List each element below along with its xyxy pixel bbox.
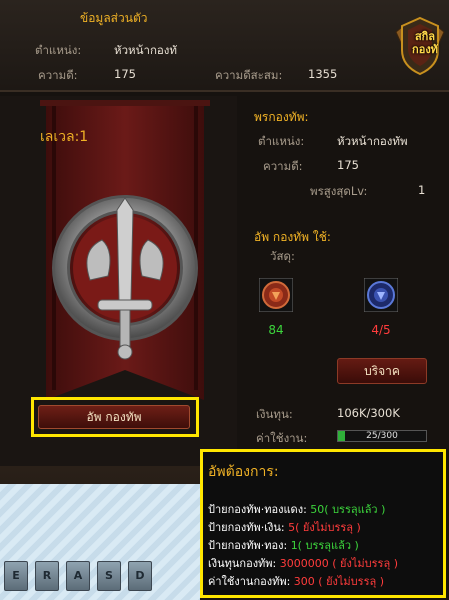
personal-position-label: ตำแหน่ง: — [35, 43, 82, 57]
material-label: วัสดุ: — [270, 249, 295, 263]
hotkey-r[interactable]: R — [35, 561, 59, 591]
personal-merit-label: ความดี: — [38, 68, 78, 82]
cost-label: ค่าใช้งาน: — [256, 431, 308, 445]
level-label: เลเวล:1 — [40, 129, 89, 145]
personal-accum-value: 1355 — [308, 67, 338, 81]
hotkey-s[interactable]: S — [97, 561, 121, 591]
tooltip-row: ค่าใช้งานกองทัพ: 300 ( ยังไม่บรรลุ ) — [208, 572, 384, 590]
tooltip-row-value: 1( บรรลุแล้ว ) — [290, 539, 359, 552]
guild-blessing-title: พรกองทัพ: — [254, 110, 309, 124]
personal-accum-label: ความดีสะสม: — [215, 68, 283, 82]
hotkey-a[interactable]: A — [66, 561, 90, 591]
tooltip-row: ป้ายกองทัพ·ทองแดง: 50( บรรลุแล้ว ) — [208, 500, 385, 518]
skill-badge-label[interactable]: สกิล กองทั — [403, 30, 447, 56]
cost-progress-text: 25/300 — [366, 431, 398, 441]
blue-token-icon[interactable] — [364, 278, 398, 312]
material2-count: 4/5 — [371, 323, 391, 337]
personal-position-value: หัวหน้ากองทั — [114, 43, 178, 57]
funds-value: 106K/300K — [337, 406, 400, 420]
tooltip-row-value: 5( ยังไม่บรรลุ ) — [288, 521, 361, 534]
guild-max-level-label: พรสูงสุดLv: — [310, 184, 368, 198]
tooltip-row: ป้ายกองทัพ·ทอง: 1( บรรลุแล้ว ) — [208, 536, 359, 554]
tooltip-row-label: เงินทุนกองทัพ: — [208, 557, 277, 570]
tooltip-title: อัพต้องการ: — [208, 464, 279, 480]
tooltip-row-label: ค่าใช้งานกองทัพ: — [208, 575, 291, 588]
funds-label: เงินทุน: — [256, 407, 293, 421]
tooltip-row: เงินทุนกองทัพ: 3000000 ( ยังไม่บรรลุ ) — [208, 554, 398, 572]
red-token-icon[interactable] — [259, 278, 293, 312]
tooltip-row-value: 50( บรรลุแล้ว ) — [310, 503, 386, 516]
guild-merit-value: 175 — [337, 158, 359, 172]
donate-button[interactable]: บริจาค — [337, 358, 427, 384]
tooltip-row-label: ป้ายกองทัพ·ทอง: — [208, 539, 288, 552]
guild-max-level-value: 1 — [418, 183, 426, 197]
tooltip-row-label: ป้ายกองทัพ·ทองแดง: — [208, 503, 307, 516]
upgrade-use-title: อัพ กองทัพ ใช้: — [254, 230, 331, 244]
material1-count: 84 — [268, 323, 284, 337]
guild-merit-label: ความดี: — [263, 159, 303, 173]
upgrade-guild-button[interactable]: อัพ กองทัพ — [38, 405, 190, 429]
skill-badge-line1: สกิล — [414, 30, 436, 43]
tooltip-row: ป้ายกองทัพ·เงิน: 5( ยังไม่บรรลุ ) — [208, 518, 361, 536]
tooltip-row-value: 300 ( ยังไม่บรรลุ ) — [293, 575, 385, 588]
hotkey-d[interactable]: D — [128, 561, 152, 591]
personal-merit-value: 175 — [114, 67, 136, 81]
skill-badge-line2: กองทั — [412, 43, 438, 56]
guild-position-label: ตำแหน่ง: — [258, 134, 305, 148]
tooltip-row-label: ป้ายกองทัพ·เงิน: — [208, 521, 285, 534]
tooltip-row-value: 3000000 ( ยังไม่บรรลุ ) — [279, 557, 398, 570]
hotkey-e[interactable]: E — [4, 561, 28, 591]
personal-info-title: ข้อมูลส่วนตัว — [80, 11, 148, 25]
guild-position-value: หัวหน้ากองทัพ — [337, 134, 408, 148]
